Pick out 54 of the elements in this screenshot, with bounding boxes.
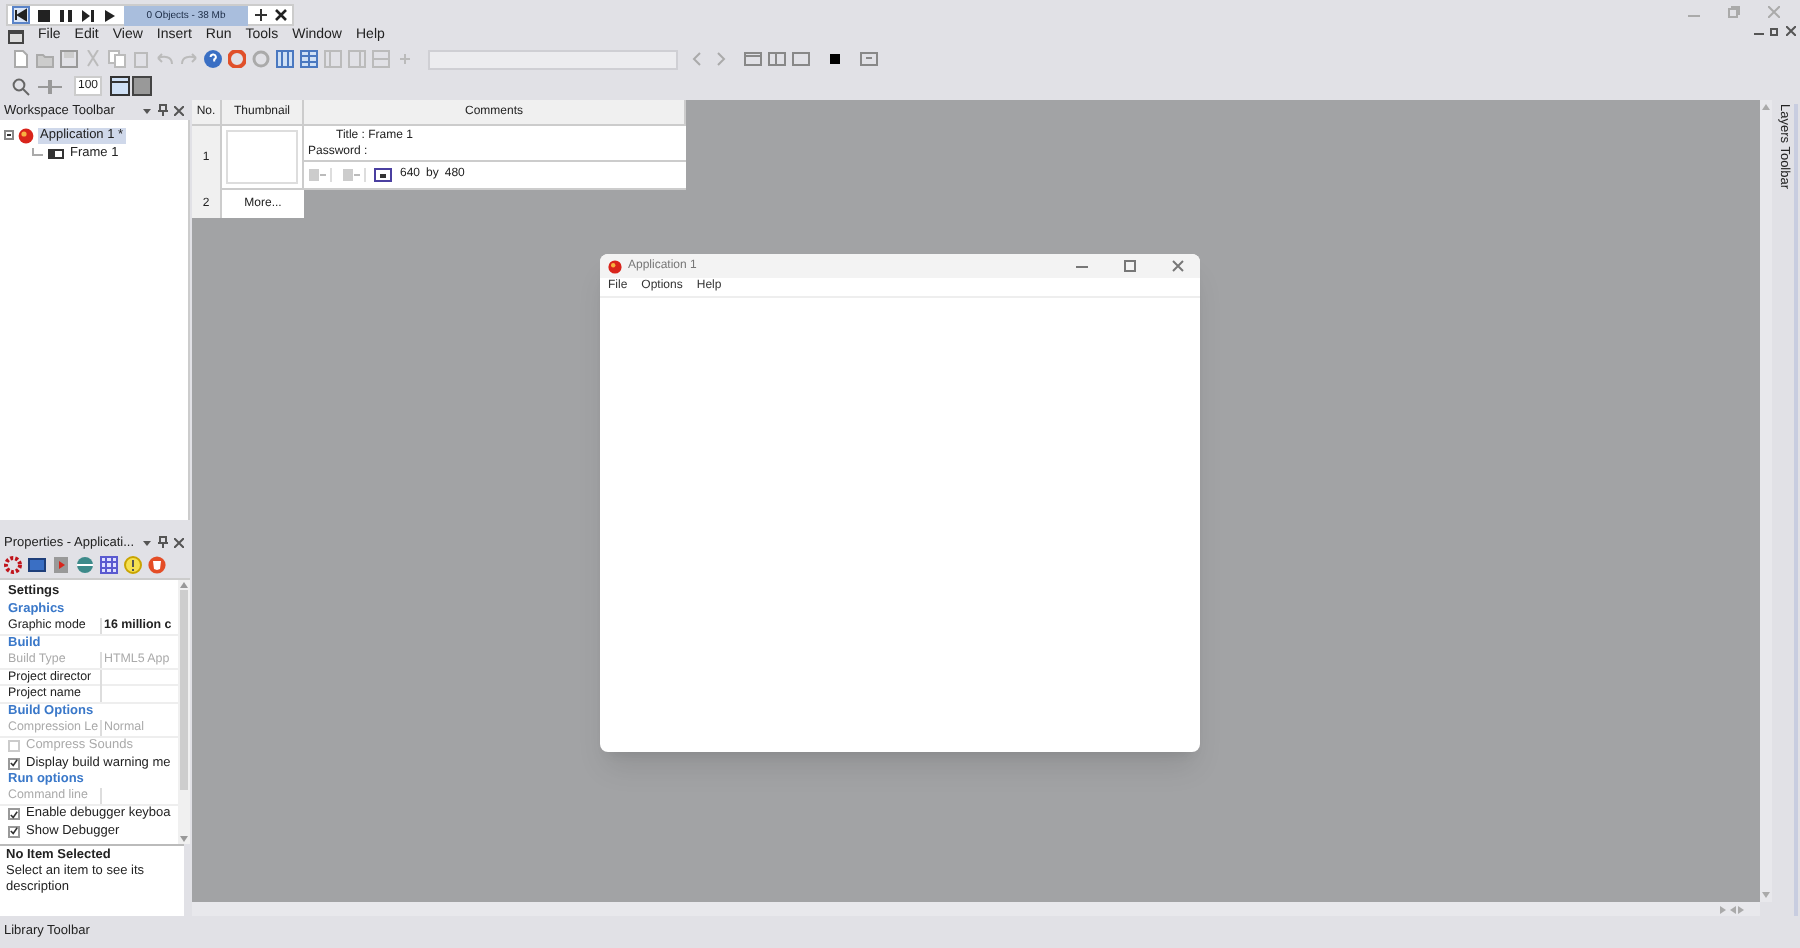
window-icon[interactable] (372, 168, 394, 182)
up-arrow-icon[interactable] (180, 582, 188, 588)
copy-icon[interactable] (108, 50, 126, 68)
checkbox[interactable] (8, 757, 20, 770)
dropdown-icon[interactable] (142, 105, 152, 115)
checkbox[interactable] (8, 825, 20, 838)
info-icon[interactable] (124, 556, 142, 574)
film-icon[interactable] (52, 556, 70, 574)
play-icon[interactable] (102, 7, 118, 23)
stop-icon[interactable] (36, 7, 52, 23)
maximize-icon[interactable] (1124, 260, 1136, 272)
record-icon[interactable] (228, 50, 246, 68)
window-icon[interactable] (28, 556, 46, 574)
tree-line-icon (32, 147, 44, 159)
grid-icon[interactable] (276, 50, 294, 68)
dropdown-field[interactable] (428, 49, 678, 69)
circle-icon[interactable] (252, 50, 270, 68)
dropdown-icon[interactable] (142, 537, 152, 547)
grid-icon[interactable] (300, 50, 318, 68)
application-icon (18, 127, 34, 143)
square-icon[interactable] (826, 50, 844, 68)
right-arrow-icon[interactable] (1720, 905, 1726, 913)
search-icon[interactable] (12, 77, 30, 95)
up-arrow-icon[interactable] (1762, 104, 1770, 110)
html5-icon[interactable] (148, 556, 166, 574)
restore-icon[interactable] (1770, 26, 1780, 36)
thumbnail[interactable] (226, 130, 298, 184)
save-icon[interactable] (60, 50, 78, 68)
transition-icon[interactable] (304, 168, 332, 182)
down-arrow-icon[interactable] (180, 836, 188, 842)
step-icon[interactable] (80, 7, 96, 23)
frame-icon (48, 147, 64, 159)
plus-icon[interactable] (254, 8, 268, 22)
down-arrow-icon[interactable] (1762, 892, 1770, 898)
scrollbar[interactable] (192, 902, 1760, 916)
help-icon[interactable] (204, 50, 222, 68)
checkbox[interactable] (8, 808, 20, 821)
left-right-arrows-icon[interactable] (1730, 905, 1744, 913)
pin-icon[interactable] (158, 536, 168, 548)
minimize-icon[interactable] (1076, 260, 1088, 272)
pin-icon[interactable] (158, 104, 168, 116)
app-menu-icon[interactable] (8, 27, 24, 43)
pause-icon[interactable] (58, 7, 74, 23)
scrollbar[interactable] (1760, 100, 1772, 902)
close-icon[interactable] (274, 8, 288, 22)
new-document-icon[interactable] (12, 50, 30, 68)
application-icon (608, 259, 622, 273)
collapse-icon[interactable] (4, 130, 14, 140)
scrollbar[interactable] (178, 580, 190, 844)
folder-icon[interactable] (36, 50, 54, 68)
view-icon[interactable] (110, 76, 130, 96)
restart-icon[interactable] (12, 6, 30, 24)
zoom-slider-icon[interactable] (38, 77, 62, 95)
grid-icon[interactable] (100, 556, 118, 574)
